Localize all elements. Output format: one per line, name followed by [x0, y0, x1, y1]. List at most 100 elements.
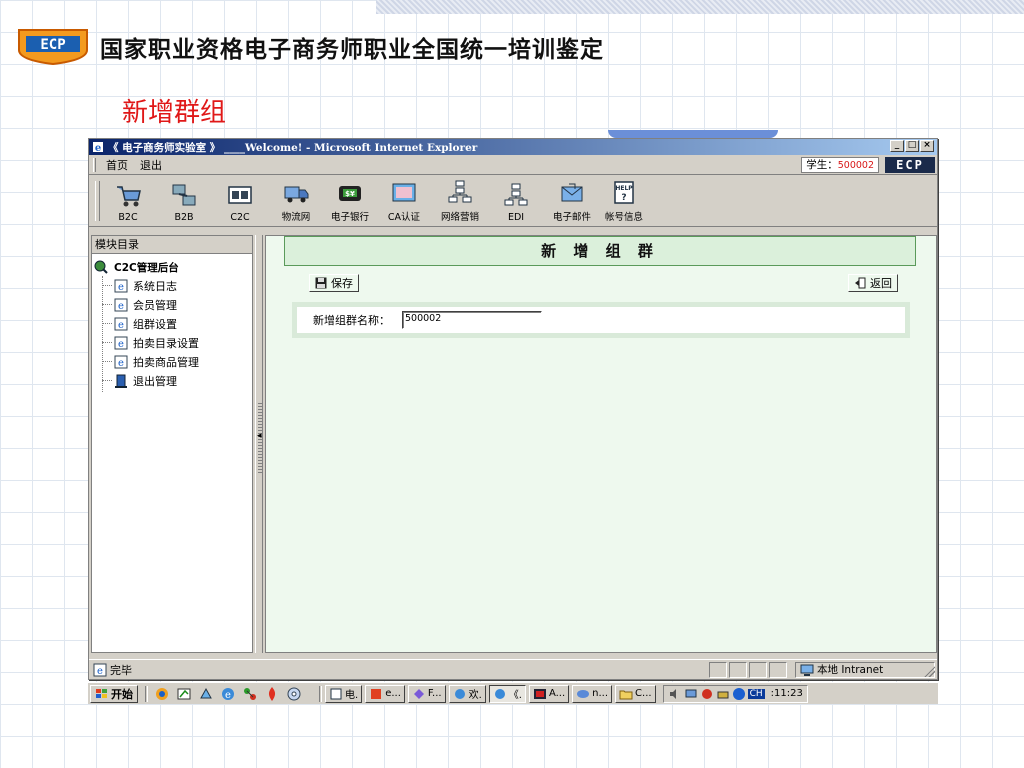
svg-text:$¥: $¥: [345, 190, 355, 198]
floppy-icon: [315, 277, 327, 289]
ql-browser-icon[interactable]: [154, 686, 170, 702]
tool-account[interactable]: HELP? 帐号信息: [599, 176, 649, 226]
maximize-button[interactable]: □: [905, 140, 919, 152]
back-label: 返回: [870, 277, 892, 290]
tree-item-label: 系统日志: [133, 279, 177, 293]
web-page-icon: e: [114, 317, 128, 331]
decorative-header-strip: [376, 0, 1024, 14]
tree-item-exit[interactable]: 退出管理: [94, 371, 252, 390]
menu-home[interactable]: 首页: [100, 157, 134, 173]
tool-label: 电子邮件: [552, 212, 591, 223]
tool-edi[interactable]: EDI: [491, 176, 541, 226]
tool-label: B2B: [174, 212, 194, 223]
certificate-icon: [392, 183, 416, 202]
tool-logistics[interactable]: 物流网: [271, 176, 321, 226]
window-titlebar[interactable]: e 《 电子商务师实验室 》 ____Welcome! - Microsoft …: [89, 139, 937, 155]
ql-desktop-icon[interactable]: [176, 686, 192, 702]
doc-icon: [330, 688, 342, 699]
email-icon: [561, 183, 583, 202]
save-button[interactable]: 保存: [309, 274, 359, 292]
b2b-network-icon: [172, 184, 196, 206]
tool-marketing[interactable]: 网络营销: [435, 176, 485, 226]
task-button[interactable]: C...: [615, 684, 656, 703]
tool-ca[interactable]: CA认证: [379, 176, 429, 226]
task-button[interactable]: A...: [528, 684, 570, 703]
tree-item-auction-goods[interactable]: e 拍卖商品管理: [94, 352, 252, 371]
svg-text:e: e: [95, 143, 101, 153]
input-language[interactable]: CH: [747, 688, 765, 699]
browser-window: e 《 电子商务师实验室 》 ____Welcome! - Microsoft …: [88, 138, 938, 680]
status-cell: [709, 661, 727, 678]
antivirus-icon[interactable]: [700, 687, 714, 701]
resize-grip[interactable]: [923, 665, 935, 677]
tree-item-groups[interactable]: e 组群设置: [94, 314, 252, 333]
menu-logout[interactable]: 退出: [134, 157, 168, 173]
back-button[interactable]: 返回: [848, 274, 898, 292]
printer-icon[interactable]: [716, 687, 730, 701]
group-name-input[interactable]: 500002: [402, 311, 542, 329]
start-button[interactable]: 开始: [90, 684, 138, 703]
frame-splitter[interactable]: ◂: [255, 235, 263, 653]
slide-title: 国家职业资格电子商务师职业全国统一培训鉴定: [100, 37, 604, 63]
svg-text:e: e: [118, 301, 124, 312]
image-icon: [533, 688, 546, 699]
tree-item-auction-catalog[interactable]: e 拍卖目录设置: [94, 333, 252, 352]
svg-text:e: e: [118, 339, 124, 350]
svg-text:e: e: [118, 282, 124, 293]
edi-network-icon: [504, 183, 528, 206]
task-button[interactable]: n...: [572, 684, 613, 703]
task-button[interactable]: 电.: [325, 684, 363, 703]
tool-email[interactable]: 电子邮件: [547, 176, 597, 226]
tree-item-members[interactable]: e 会员管理: [94, 295, 252, 314]
status-left: e 完毕: [89, 662, 709, 678]
svg-text:e: e: [118, 358, 124, 369]
tree-root[interactable]: C2C管理后台: [94, 258, 252, 276]
tree-item-label: 会员管理: [133, 298, 177, 312]
collapse-arrow-icon[interactable]: ◂: [257, 431, 262, 441]
tool-label: B2C: [118, 212, 138, 223]
action-row: 保存 返回: [266, 266, 936, 294]
ql-channel-icon[interactable]: [198, 686, 214, 702]
globe-search-icon: [94, 260, 108, 274]
exit-door-icon: [115, 374, 127, 388]
tree-item-label: 拍卖商品管理: [133, 355, 199, 369]
task-button[interactable]: 欢.: [448, 684, 486, 703]
net-icon: [577, 689, 590, 698]
group-name-label: 新增组群名称：: [313, 314, 390, 327]
decorative-tab: [608, 130, 778, 138]
tree-root-label: C2C管理后台: [114, 261, 179, 274]
sidebar-header: 模块目录: [92, 236, 252, 254]
task-button[interactable]: F...: [407, 684, 446, 703]
ie-page-icon: [454, 688, 465, 699]
ql-flame-icon[interactable]: [264, 686, 280, 702]
status-text: 完毕: [110, 663, 132, 677]
tree-item-system-log[interactable]: e 系统日志: [94, 276, 252, 295]
ql-network-icon[interactable]: [242, 686, 258, 702]
ecp-badge: ECP: [885, 157, 935, 173]
taskbar-clock: :11:23: [770, 688, 803, 699]
network-tray-icon[interactable]: [684, 687, 698, 701]
student-info: 学生：500002: [801, 157, 879, 173]
minimize-button[interactable]: _: [890, 140, 904, 152]
tool-ebank[interactable]: $¥ 电子银行: [325, 176, 375, 226]
close-button[interactable]: ×: [920, 140, 934, 152]
tool-b2b[interactable]: B2B: [159, 176, 209, 226]
module-toolbar: B2C B2B C2C 物流网 $¥ 电子银行 CA认证 网络营销 EDI 电子…: [89, 175, 937, 227]
ql-ie-icon[interactable]: e: [220, 686, 236, 702]
tool-c2c[interactable]: C2C: [215, 176, 265, 226]
content-frame: 新 增 组 群 保存 返回 新增组群名称： 500002: [265, 235, 937, 653]
svg-text:e: e: [225, 690, 231, 701]
web-page-icon: e: [114, 336, 128, 350]
bank-icon: $¥: [339, 186, 361, 201]
svg-text:e: e: [118, 320, 124, 331]
task-button[interactable]: e...: [365, 684, 405, 703]
task-button-active[interactable]: 《.: [488, 684, 526, 703]
tool-b2c[interactable]: B2C: [103, 176, 153, 226]
volume-icon[interactable]: [668, 687, 682, 701]
update-icon[interactable]: [732, 687, 746, 701]
zone-label: 本地 Intranet: [817, 664, 884, 676]
ql-disc-icon[interactable]: [286, 686, 302, 702]
ie-page-icon: [494, 688, 505, 699]
save-label: 保存: [331, 277, 353, 290]
tool-label: CA认证: [387, 212, 421, 223]
